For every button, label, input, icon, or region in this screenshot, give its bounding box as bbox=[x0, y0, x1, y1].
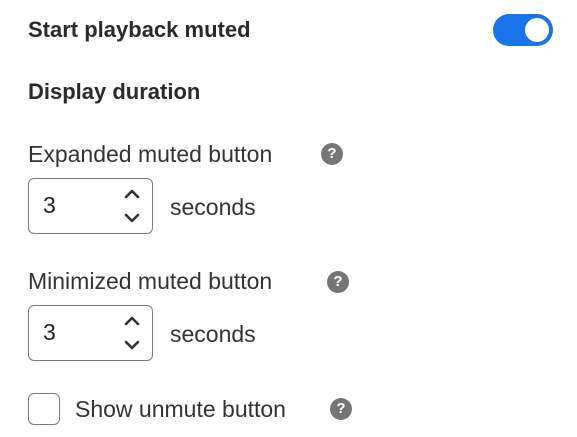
help-icon[interactable]: ? bbox=[330, 398, 352, 420]
stepper-arrows bbox=[122, 312, 142, 354]
toggle-knob bbox=[525, 18, 549, 42]
chevron-up-icon[interactable] bbox=[122, 312, 142, 330]
expanded-unit-label: seconds bbox=[170, 194, 256, 220]
chevron-down-icon[interactable] bbox=[122, 336, 142, 354]
stepper-arrows bbox=[122, 185, 142, 227]
help-icon[interactable]: ? bbox=[327, 271, 349, 293]
stepper-value[interactable]: 3 bbox=[43, 321, 56, 344]
expanded-duration-stepper[interactable]: 3 bbox=[28, 178, 153, 234]
chevron-up-icon[interactable] bbox=[122, 185, 142, 203]
start-muted-label: Start playback muted bbox=[28, 17, 251, 42]
chevron-down-icon[interactable] bbox=[122, 209, 142, 227]
minimized-muted-label: Minimized muted button bbox=[28, 268, 273, 294]
stepper-value[interactable]: 3 bbox=[43, 194, 56, 217]
show-unmute-checkbox[interactable] bbox=[28, 393, 60, 425]
start-muted-toggle[interactable] bbox=[493, 14, 553, 46]
help-icon[interactable]: ? bbox=[321, 143, 343, 165]
display-duration-heading: Display duration bbox=[28, 79, 201, 104]
expanded-muted-label: Expanded muted button bbox=[28, 141, 273, 167]
minimized-duration-stepper[interactable]: 3 bbox=[28, 305, 153, 361]
minimized-unit-label: seconds bbox=[170, 321, 256, 347]
show-unmute-label: Show unmute button bbox=[75, 396, 286, 422]
